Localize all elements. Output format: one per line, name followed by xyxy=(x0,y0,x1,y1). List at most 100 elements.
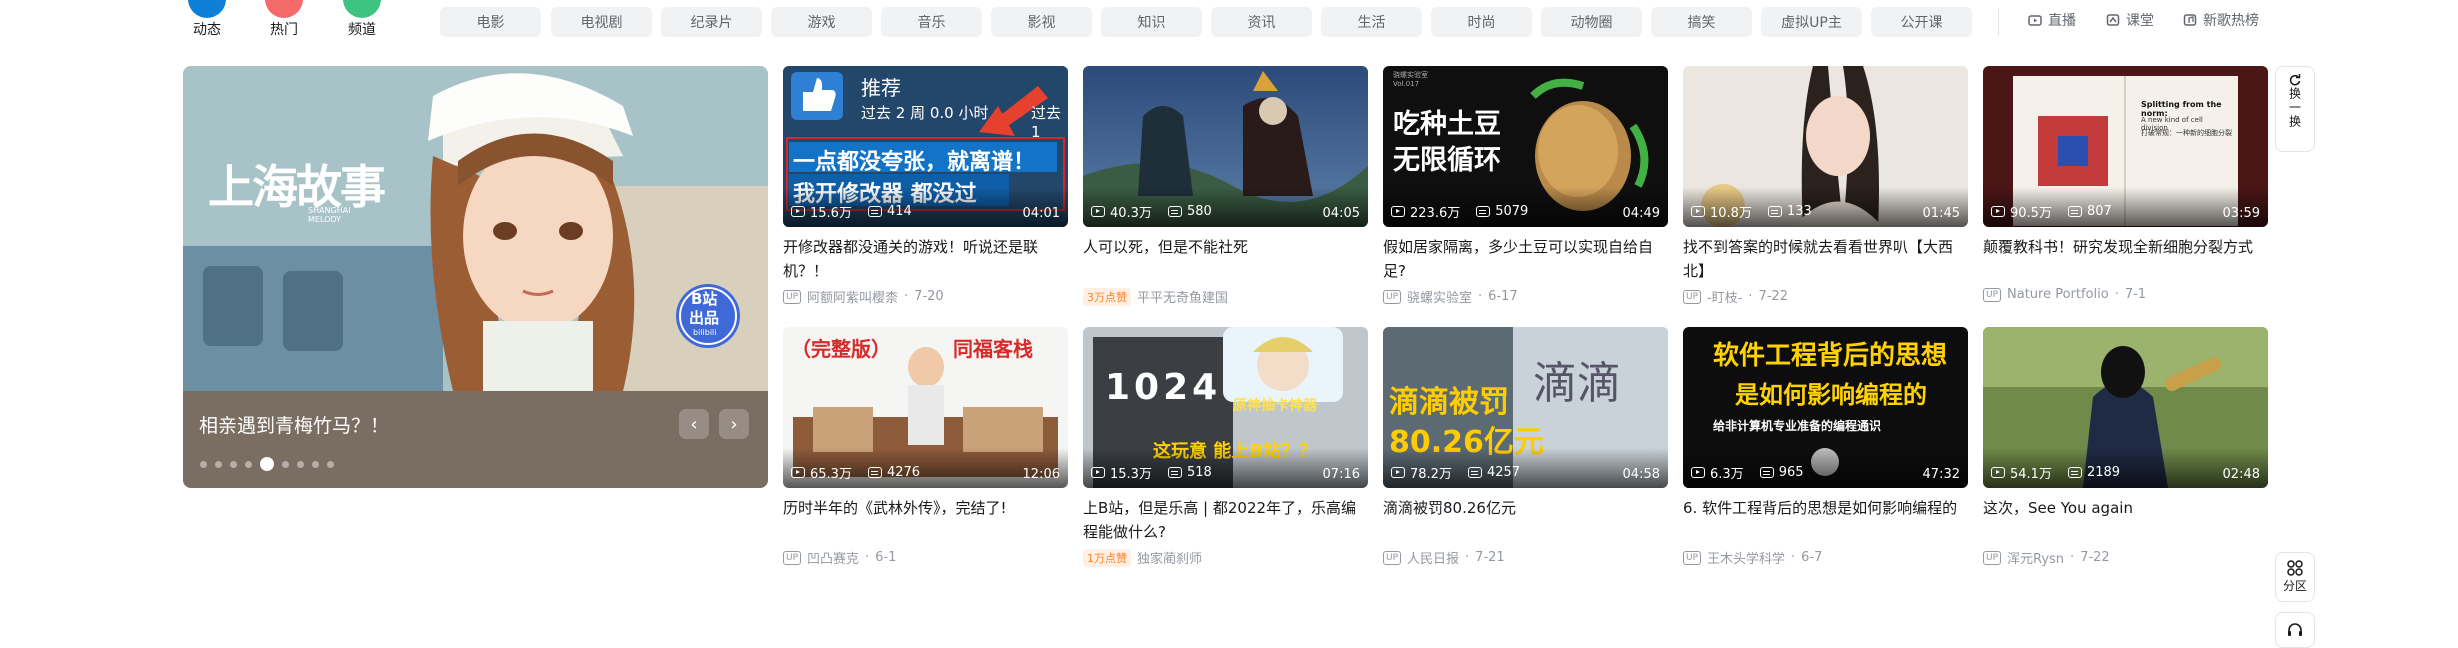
channel-pill-funny[interactable]: 搞笑 xyxy=(1651,7,1752,37)
video-thumbnail[interactable]: 推荐 过去 2 周 0.0 小时 过去 1 一点都没夸张，就离谱！ 我开修改器 … xyxy=(783,66,1068,227)
video-thumbnail[interactable]: 1024 原神抽卡神器 这玩意 能上B站？？ 15.3万 518 07:16 xyxy=(1083,327,1368,488)
video-thumbnail[interactable]: 软件工程背后的思想 是如何影响编程的 给非计算机专业准备的编程通识 6.3万 9… xyxy=(1683,327,1968,488)
channel-pill-opencourse[interactable]: 公开课 xyxy=(1871,7,1972,37)
video-author[interactable]: 独家蔺刹师 xyxy=(1137,548,1202,567)
carousel-dot[interactable] xyxy=(230,460,237,468)
channel-pill-news[interactable]: 资讯 xyxy=(1211,7,1312,37)
carousel-dot[interactable] xyxy=(282,460,289,468)
channel-pill-film[interactable]: 影视 xyxy=(991,7,1092,37)
video-card[interactable]: 54.1万 2189 02:48 这次，See You again UP 浑元R… xyxy=(1983,327,2268,567)
channel-pill-movie[interactable]: 电影 xyxy=(440,7,541,37)
video-thumbnail[interactable]: Splitting from the norm: A new kind of c… xyxy=(1983,66,2268,227)
video-title[interactable]: 颠覆教科书！研究发现全新细胞分裂方式 xyxy=(1983,235,2268,283)
carousel-prev-button[interactable]: ‹ xyxy=(679,409,709,439)
zone-label: 分区 xyxy=(2282,579,2307,593)
video-title[interactable]: 找不到答案的时候就去看看世界叭【大西北】 xyxy=(1683,235,1968,283)
video-author[interactable]: -盯枝- xyxy=(1707,287,1742,306)
carousel-dot[interactable] xyxy=(312,460,319,468)
live-link[interactable]: 直播 xyxy=(2028,10,2076,30)
carousel-title[interactable]: 相亲遇到青梅竹马？！ xyxy=(199,411,389,438)
video-title[interactable]: 假如居家隔离，多少土豆可以实现自给自足? xyxy=(1383,235,1668,283)
likes-badge: 3万点赞 xyxy=(1083,287,1131,306)
meta-separator: · xyxy=(1791,550,1796,565)
music-chart-icon xyxy=(2183,14,2197,26)
video-author[interactable]: 平平无奇鱼建国 xyxy=(1137,287,1228,306)
carousel-dot[interactable] xyxy=(297,460,304,468)
danmaku-icon xyxy=(1467,467,1482,478)
video-author[interactable]: 王木头学科学 xyxy=(1707,548,1785,567)
video-title[interactable]: 历时半年的《武林外传》，完结了! xyxy=(783,496,1068,544)
up-icon: UP xyxy=(1983,550,2002,565)
video-meta: UP -盯枝- · 7-22 xyxy=(1683,287,1968,306)
video-title[interactable]: 开修改器都没通关的游戏！听说还是联机？！ xyxy=(783,235,1068,283)
video-thumbnail[interactable]: 滴滴 滴滴被罚 80.26亿元 78.2万 4257 04:58 xyxy=(1383,327,1668,488)
video-card[interactable]: 滴滴 滴滴被罚 80.26亿元 78.2万 4257 04:58 滴滴被罚80.… xyxy=(1383,327,1668,567)
meta-separator: · xyxy=(904,289,909,304)
music-chart-link[interactable]: 新歌热榜 xyxy=(2183,10,2259,30)
video-author[interactable]: 人民日报 xyxy=(1407,548,1459,567)
video-card[interactable]: 推荐 过去 2 周 0.0 小时 过去 1 一点都没夸张，就离谱！ 我开修改器 … xyxy=(783,66,1068,306)
video-author[interactable]: 骁螺实验室 xyxy=(1407,287,1472,306)
video-card[interactable]: （完整版） 同福客栈 65.3万 4276 12:06 历时半年的《武林外传》，… xyxy=(783,327,1068,567)
view-count: 90.5万 xyxy=(2010,206,2052,221)
channel-pill-documentary[interactable]: 纪录片 xyxy=(661,7,762,37)
video-meta: UP 阿额阿紫叫樱柰 · 7-20 xyxy=(783,287,1068,306)
video-title[interactable]: 人可以死，但是不能社死 xyxy=(1083,235,1368,283)
refresh-label: 换一换 xyxy=(2287,87,2302,129)
danmaku-count: 807 xyxy=(2086,204,2112,219)
video-meta: 1万点赞 独家蔺刹师 xyxy=(1083,548,1368,567)
refresh-button[interactable]: 换一换 xyxy=(2275,66,2315,152)
quick-nav-dynamic[interactable]: 动态 xyxy=(177,0,237,38)
channel-pill-knowledge[interactable]: 知识 xyxy=(1101,7,1202,37)
live-link-label: 直播 xyxy=(2048,13,2076,29)
video-card[interactable]: 40.3万 580 04:05 人可以死，但是不能社死 3万点赞 平平无奇鱼建国 xyxy=(1083,66,1368,306)
video-title[interactable]: 6. 软件工程背后的思想是如何影响编程的 xyxy=(1683,496,1968,544)
video-title[interactable]: 这次，See You again xyxy=(1983,496,2268,544)
carousel-dot[interactable] xyxy=(327,460,334,468)
view-count: 54.1万 xyxy=(2010,467,2052,482)
customer-service-button[interactable] xyxy=(2275,612,2315,648)
carousel-next-button[interactable]: › xyxy=(719,409,749,439)
carousel-dot[interactable] xyxy=(245,460,252,468)
quick-nav-channel[interactable]: 频道 xyxy=(332,0,392,38)
meta-separator: · xyxy=(1465,550,1470,565)
video-card[interactable]: Splitting from the norm: A new kind of c… xyxy=(1983,66,2268,302)
video-card[interactable]: 骁螺实验室 Vol.017 吃种土豆 无限循环 223.6万 5079 04:4… xyxy=(1383,66,1668,306)
zone-grid-icon xyxy=(2287,560,2303,576)
classroom-link[interactable]: 课堂 xyxy=(2106,10,2154,30)
video-title[interactable]: 滴滴被罚80.26亿元 xyxy=(1383,496,1668,544)
carousel-dot[interactable] xyxy=(200,460,207,468)
video-author[interactable]: Nature Portfolio xyxy=(2007,287,2109,302)
carousel-badge-line2: 出品 xyxy=(689,309,720,327)
video-author[interactable]: 浑元Rysn xyxy=(2007,548,2064,567)
carousel-badge-line3: bilibili xyxy=(693,328,717,337)
video-thumbnail[interactable]: 54.1万 2189 02:48 xyxy=(1983,327,2268,488)
channel-pill-animal[interactable]: 动物圈 xyxy=(1541,7,1642,37)
channel-pill-life[interactable]: 生活 xyxy=(1321,7,1422,37)
video-card[interactable]: 10.8万 133 01:45 找不到答案的时候就去看看世界叭【大西北】 UP … xyxy=(1683,66,1968,306)
video-thumbnail[interactable]: （完整版） 同福客栈 65.3万 4276 12:06 xyxy=(783,327,1068,488)
play-count-icon xyxy=(1691,467,1705,478)
video-author[interactable]: 阿额阿紫叫樱柰 xyxy=(807,287,898,306)
channel-pill-game[interactable]: 游戏 xyxy=(771,7,872,37)
thumbnail-text: 软件工程背后的思想 xyxy=(1713,341,1948,371)
channel-pill-tv[interactable]: 电视剧 xyxy=(551,7,652,37)
danmaku-count: 4276 xyxy=(886,465,921,480)
video-card[interactable]: 1024 原神抽卡神器 这玩意 能上B站？？ 15.3万 518 07:16 上… xyxy=(1083,327,1368,567)
banner-carousel[interactable]: 上海故事 SHANGHAI MELODY B站 出品 bilibili 相亲遇到… xyxy=(183,66,768,488)
video-author[interactable]: 凹凸赛克 xyxy=(807,548,859,567)
quick-nav-hot[interactable]: 热门 xyxy=(254,0,314,38)
zone-button[interactable]: 分区 xyxy=(2275,552,2315,602)
channel-pill-vup[interactable]: 虚拟UP主 xyxy=(1761,7,1862,37)
video-card[interactable]: 软件工程背后的思想 是如何影响编程的 给非计算机专业准备的编程通识 6.3万 9… xyxy=(1683,327,1968,567)
carousel-dot-active[interactable] xyxy=(260,457,274,471)
video-meta: UP 人民日报 · 7-21 xyxy=(1383,548,1668,567)
channel-pill-fashion[interactable]: 时尚 xyxy=(1431,7,1532,37)
video-thumbnail[interactable]: 10.8万 133 01:45 xyxy=(1683,66,1968,227)
video-thumbnail[interactable]: 40.3万 580 04:05 xyxy=(1083,66,1368,227)
video-thumbnail[interactable]: 骁螺实验室 Vol.017 吃种土豆 无限循环 223.6万 5079 04:4… xyxy=(1383,66,1668,227)
play-count-icon xyxy=(1091,467,1105,478)
channel-pill-music[interactable]: 音乐 xyxy=(881,7,982,37)
carousel-dot[interactable] xyxy=(215,460,222,468)
video-title[interactable]: 上B站，但是乐高 | 都2022年了，乐高编程能做什么? xyxy=(1083,496,1368,544)
